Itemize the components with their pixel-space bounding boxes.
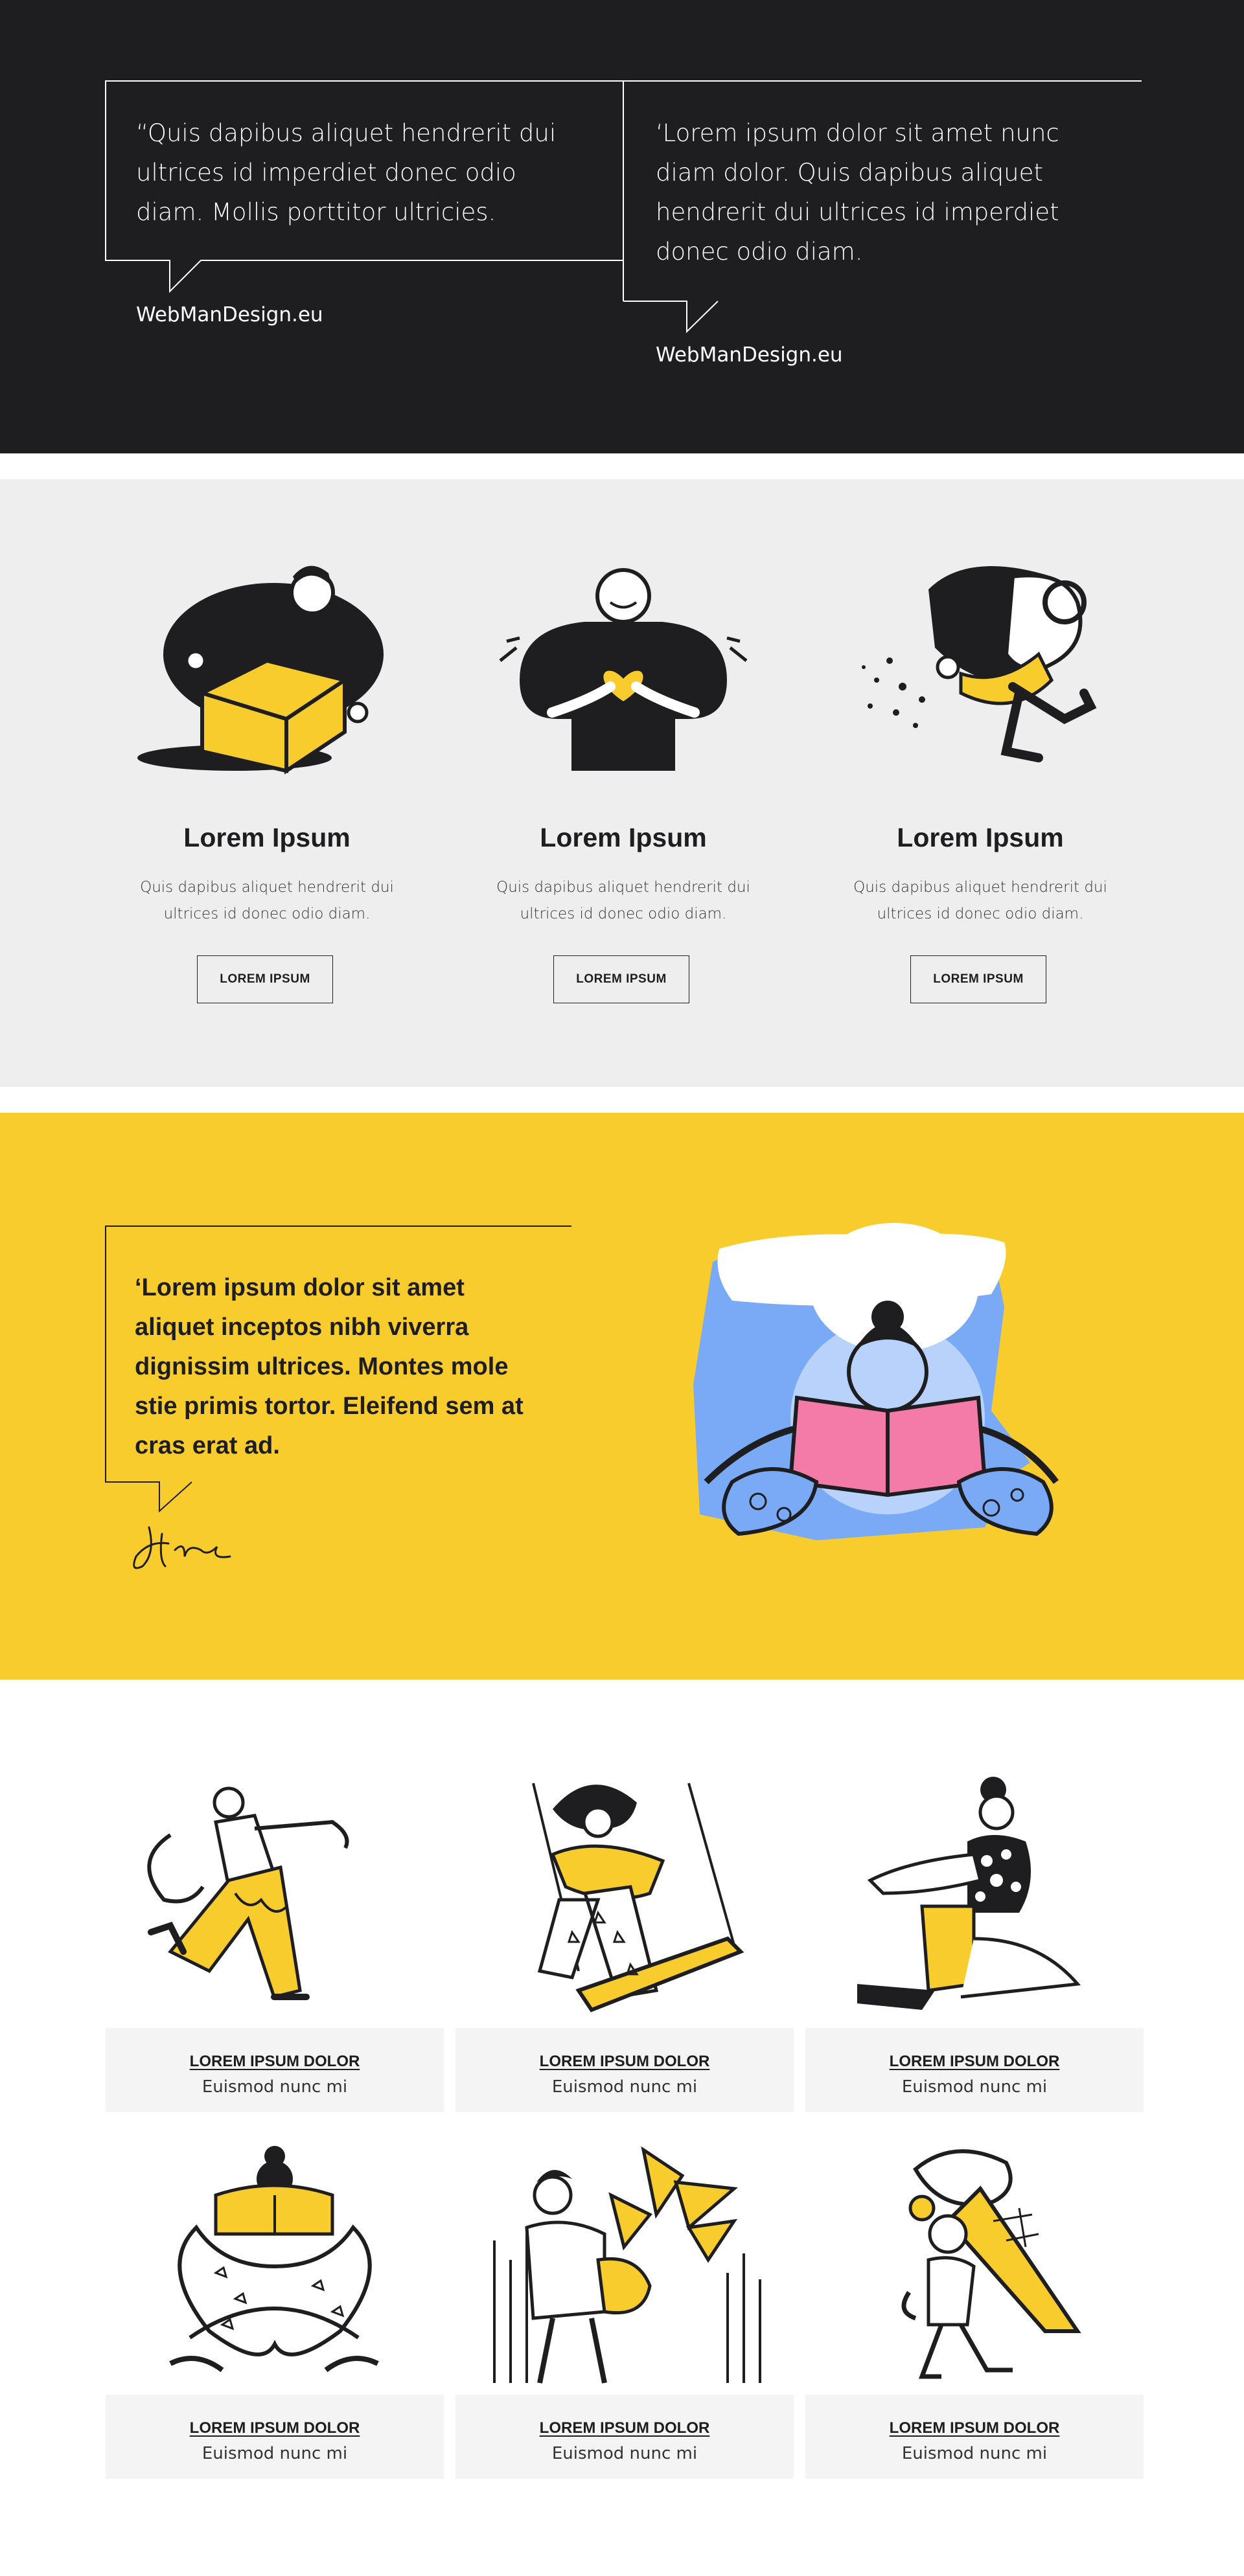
gallery-card-link[interactable]: LOREM IPSUM DOLOR	[106, 2053, 444, 2071]
gallery-card-link[interactable]: LOREM IPSUM DOLOR	[805, 2419, 1144, 2437]
gallery-caption: LOREM IPSUM DOLOR Euismod nunc mi	[805, 2395, 1144, 2479]
service-description: Quis dapibus aliquet hendrerit dui ultri…	[496, 879, 750, 922]
gallery-card-link[interactable]: LOREM IPSUM DOLOR	[455, 2419, 794, 2437]
person-reading-book-illustration	[693, 1223, 1059, 1540]
service-description: Quis dapibus aliquet hendrerit dui ultri…	[140, 879, 394, 922]
service-button[interactable]: LOREM IPSUM	[197, 955, 333, 1003]
section-spacer	[0, 1087, 1244, 1113]
feature-quote-section: ‘Lorem ipsum dolor sit amet aliquet ince…	[0, 1113, 1244, 1680]
person-reading-cross-legged-illustration	[169, 2146, 379, 2373]
person-with-heart-illustration	[499, 568, 748, 771]
person-dancing-illustration	[147, 1786, 349, 2000]
section-spacer	[0, 453, 1244, 479]
testimonials-section: “Quis dapibus aliquet hendrerit dui ultr…	[0, 0, 1244, 453]
testimonial-quote-1: “Quis dapibus aliquet hendrerit dui ultr…	[136, 119, 557, 226]
signature-icon	[133, 1526, 231, 1569]
feature-quote-text: ‘Lorem ipsum dolor sit amet aliquet ince…	[135, 1274, 524, 1459]
gallery-card-subtitle: Euismod nunc mi	[551, 2444, 698, 2463]
gallery-card-subtitle: Euismod nunc mi	[551, 2077, 698, 2097]
gallery-card-subtitle: Euismod nunc mi	[901, 2444, 1048, 2463]
service-title: Lorem Ipsum	[897, 823, 1064, 852]
service-title: Lorem Ipsum	[540, 823, 707, 852]
testimonial-author-2: WebManDesign.eu	[656, 343, 843, 367]
person-on-swing-illustration	[532, 1783, 744, 2012]
testimonial-author-1: WebManDesign.eu	[136, 303, 323, 326]
services-section: Lorem Ipsum Quis dapibus aliquet hendrer…	[0, 479, 1244, 1087]
person-with-box-illustration	[137, 565, 384, 775]
service-description: Quis dapibus aliquet hendrerit dui ultri…	[853, 879, 1107, 922]
gallery-caption: LOREM IPSUM DOLOR Euismod nunc mi	[106, 2395, 444, 2479]
gallery-card-link[interactable]: LOREM IPSUM DOLOR	[455, 2053, 794, 2071]
gallery-card-subtitle: Euismod nunc mi	[202, 2444, 348, 2463]
service-title: Lorem Ipsum	[183, 823, 351, 852]
service-button[interactable]: LOREM IPSUM	[553, 955, 689, 1003]
gallery-section: LOREM IPSUM DOLOR Euismod nunc mi LOREM …	[0, 1680, 1244, 2576]
service-button[interactable]: LOREM IPSUM	[910, 955, 1046, 1003]
gallery-card-subtitle: Euismod nunc mi	[202, 2077, 348, 2097]
person-sitting-illustration	[857, 1777, 1081, 2010]
gallery-card-link[interactable]: LOREM IPSUM DOLOR	[106, 2419, 444, 2437]
gallery-card-link[interactable]: LOREM IPSUM DOLOR	[805, 2053, 1144, 2071]
person-with-cup-illustration	[862, 566, 1097, 762]
gallery-caption: LOREM IPSUM DOLOR Euismod nunc mi	[106, 2028, 444, 2112]
person-with-ice-cream-illustration	[901, 2149, 1081, 2379]
testimonial-quote-2: ‘Lorem ipsum dolor sit amet nunc diam do…	[656, 119, 1059, 266]
gallery-card-subtitle: Euismod nunc mi	[901, 2077, 1048, 2097]
gallery-caption: LOREM IPSUM DOLOR Euismod nunc mi	[455, 2395, 794, 2479]
gallery-caption: LOREM IPSUM DOLOR Euismod nunc mi	[455, 2028, 794, 2112]
person-holding-plant-illustration	[493, 2146, 761, 2384]
gallery-caption: LOREM IPSUM DOLOR Euismod nunc mi	[805, 2028, 1144, 2112]
